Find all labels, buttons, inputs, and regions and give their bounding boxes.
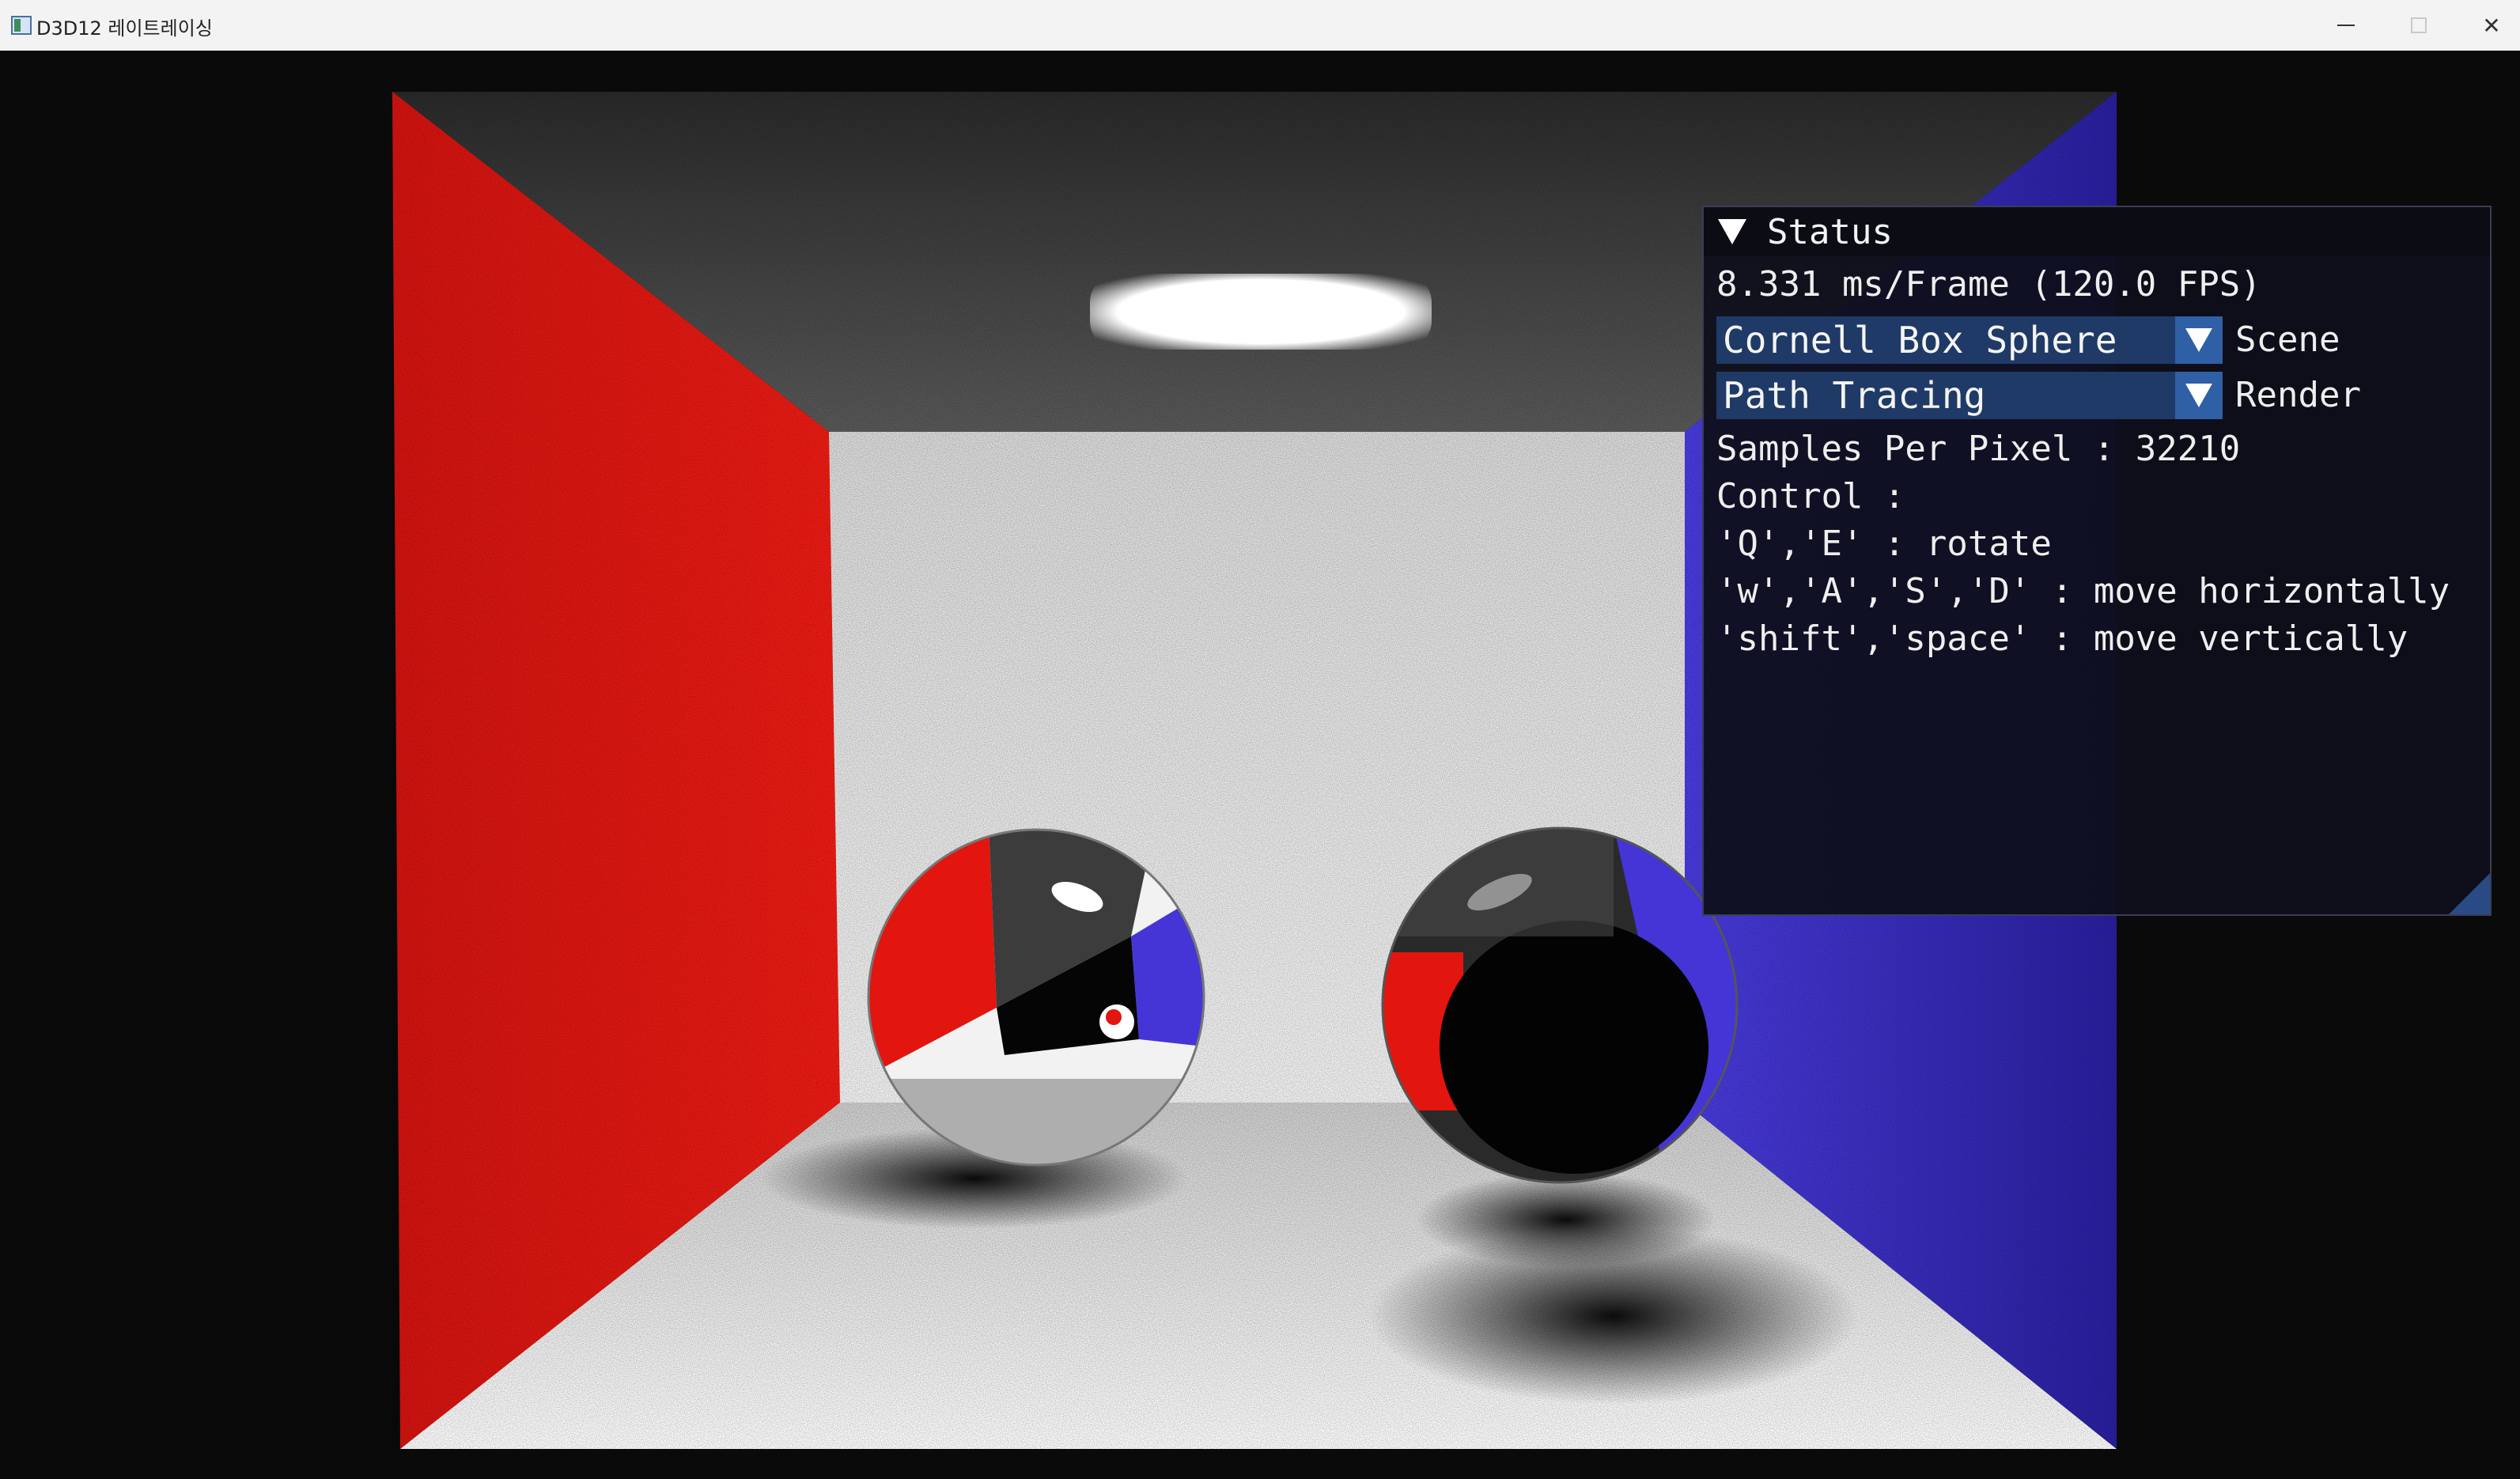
chevron-down-icon: [2185, 384, 2212, 407]
render-combo[interactable]: Path Tracing: [1716, 372, 2223, 419]
resize-grip[interactable]: [2449, 873, 2490, 914]
status-panel[interactable]: Status 8.331 ms/Frame (120.0 FPS) Cornel…: [1702, 206, 2492, 916]
status-panel-title: Status: [1767, 211, 1893, 252]
maximize-button: [2382, 0, 2455, 51]
maximize-icon: [2411, 17, 2427, 33]
close-icon: ✕: [2482, 12, 2501, 39]
minimize-icon: [2337, 25, 2355, 26]
minimize-button[interactable]: [2310, 0, 2382, 51]
scene-combo-arrow[interactable]: [2175, 316, 2223, 364]
scene-combo-value: Cornell Box Sphere: [1723, 319, 2117, 361]
control-move-horizontal: 'w','A','S','D' : move horizontally: [1716, 571, 2450, 611]
samples-per-pixel: Samples Per Pixel : 32210: [1716, 429, 2241, 469]
render-combo-arrow[interactable]: [2175, 372, 2223, 419]
render-combo-value: Path Tracing: [1723, 374, 1986, 417]
collapse-triangle-icon[interactable]: [1718, 219, 1746, 244]
status-panel-header[interactable]: Status: [1704, 207, 2490, 256]
render-viewport[interactable]: Status 8.331 ms/Frame (120.0 FPS) Cornel…: [0, 51, 2520, 1479]
app-icon: [11, 16, 32, 35]
scene-combo[interactable]: Cornell Box Sphere: [1716, 316, 2223, 364]
ceiling-light: [1090, 274, 1432, 350]
control-rotate: 'Q','E' : rotate: [1716, 524, 2052, 564]
chevron-down-icon: [2185, 328, 2212, 352]
render-combo-label: Render: [2235, 375, 2361, 415]
control-move-vertical: 'shift','space' : move vertically: [1716, 618, 2408, 659]
scene-combo-label: Scene: [2235, 320, 2340, 360]
window-title: D3D12 레이트레이싱: [36, 17, 213, 40]
window-title-bar[interactable]: D3D12 레이트레이싱 ✕: [0, 0, 2520, 51]
frame-stats: 8.331 ms/Frame (120.0 FPS): [1716, 264, 2261, 304]
controls-header: Control :: [1716, 476, 1905, 516]
close-button[interactable]: ✕: [2455, 0, 2520, 51]
